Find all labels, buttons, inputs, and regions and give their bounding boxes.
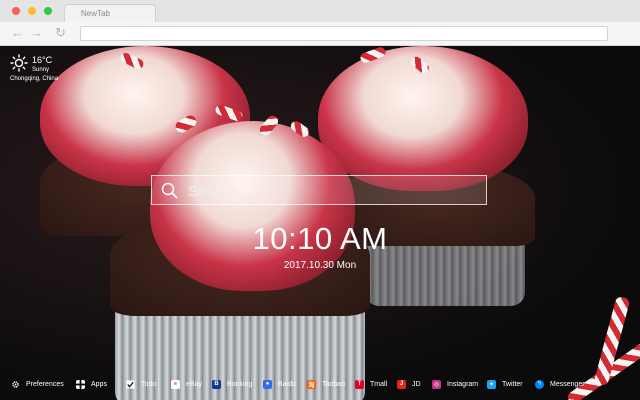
weather-condition: Sunny: [32, 67, 50, 73]
apps-label: Apps: [91, 380, 107, 388]
shortcut-label: Booking: [227, 380, 253, 388]
jd-icon: J: [397, 379, 406, 389]
shortcut-jd[interactable]: J JD: [397, 374, 421, 394]
reload-icon[interactable]: ↻: [55, 25, 66, 41]
ebay-icon: e: [171, 379, 180, 389]
weather-location: Chongqing, China: [10, 76, 59, 82]
maximize-window-button[interactable]: [44, 7, 52, 15]
shortcut-taobao[interactable]: 淘 Taobao: [307, 374, 345, 394]
baidu-icon: ●: [263, 379, 272, 389]
shortcut-messenger[interactable]: ϟ Messenger: [535, 374, 585, 394]
close-window-button[interactable]: [12, 7, 20, 15]
shortcut-label: Twitter: [502, 380, 523, 388]
clock-date: 2017.10.30 Mon: [283, 260, 357, 271]
sun-icon: [10, 54, 28, 72]
shortcut-instagram[interactable]: ◎ Instagram: [432, 374, 478, 394]
tmall-icon: T: [355, 379, 364, 389]
shortcut-baidu[interactable]: ● Baidu: [263, 374, 296, 394]
search-box[interactable]: [151, 175, 487, 205]
clock-time: 10:10 AM: [252, 221, 388, 256]
tab-title: NewTab: [81, 9, 110, 18]
window-titlebar: NewTab: [0, 0, 640, 23]
booking-icon: B: [212, 379, 221, 389]
shortcut-ebay[interactable]: e eBay: [171, 374, 202, 394]
checkbox-icon: [126, 379, 135, 389]
instagram-icon: ◎: [432, 379, 441, 389]
shortcut-label: Messenger: [550, 380, 585, 388]
shortcut-label: Taobao: [322, 380, 345, 388]
apps-button[interactable]: Apps: [76, 374, 107, 394]
todo-button[interactable]: Todo: [126, 374, 156, 394]
gear-icon: [12, 380, 19, 388]
shortcut-tmall[interactable]: T Tmall: [355, 374, 387, 394]
messenger-icon: ϟ: [535, 379, 544, 389]
search-input[interactable]: [188, 181, 478, 201]
search-icon[interactable]: [161, 182, 178, 199]
grid-icon: [76, 379, 85, 389]
todo-label: Todo: [141, 380, 157, 388]
shortcut-label: Baidu: [278, 380, 296, 388]
minimize-window-button[interactable]: [28, 7, 36, 15]
shortcut-booking[interactable]: B Booking: [212, 374, 252, 394]
browser-toolbar: ← → ↻: [0, 22, 640, 46]
bottom-shortcut-bar: Preferences Apps Todo e eBay B Booking ●…: [0, 374, 640, 394]
shortcut-twitter[interactable]: ✦ Twitter: [487, 374, 523, 394]
shortcut-label: eBay: [186, 380, 202, 388]
weather-temperature: 16°C: [32, 55, 53, 65]
address-bar[interactable]: [80, 26, 608, 41]
browser-tab[interactable]: NewTab: [64, 4, 156, 23]
preferences-label: Preferences: [26, 380, 64, 388]
shortcut-label: Instagram: [447, 380, 479, 388]
taobao-icon: 淘: [307, 379, 316, 389]
shortcut-label: JD: [412, 380, 421, 388]
forward-arrow-icon[interactable]: →: [30, 25, 43, 41]
back-arrow-icon[interactable]: ←: [11, 25, 24, 41]
shortcut-label: Tmall: [370, 380, 388, 388]
preferences-button[interactable]: Preferences: [11, 374, 64, 394]
twitter-icon: ✦: [487, 379, 496, 389]
